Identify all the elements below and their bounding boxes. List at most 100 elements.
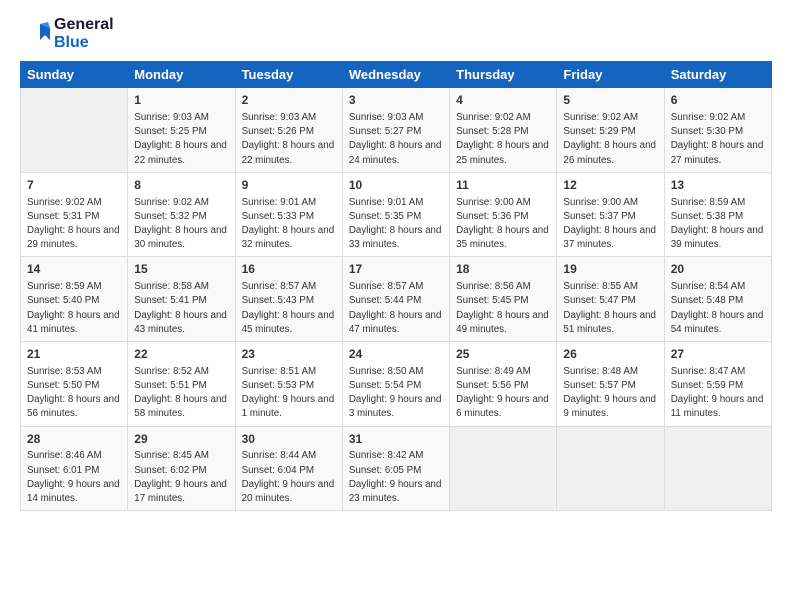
calendar-cell: 3 Sunrise: 9:03 AMSunset: 5:27 PMDayligh… bbox=[342, 88, 449, 173]
day-info: Sunrise: 9:00 AMSunset: 5:37 PMDaylight:… bbox=[563, 196, 657, 253]
logo-general: General bbox=[54, 16, 114, 34]
day-info: Sunrise: 8:51 AMSunset: 5:53 PMDaylight:… bbox=[242, 365, 336, 422]
day-info: Sunrise: 8:55 AMSunset: 5:47 PMDaylight:… bbox=[563, 280, 657, 337]
calendar-cell: 6 Sunrise: 9:02 AMSunset: 5:30 PMDayligh… bbox=[664, 88, 771, 173]
day-info: Sunrise: 8:57 AMSunset: 5:43 PMDaylight:… bbox=[242, 280, 336, 337]
calendar-week: 14 Sunrise: 8:59 AMSunset: 5:40 PMDaylig… bbox=[21, 257, 772, 342]
day-number: 22 bbox=[134, 346, 228, 363]
calendar-cell: 11 Sunrise: 9:00 AMSunset: 5:36 PMDaylig… bbox=[450, 172, 557, 257]
day-number: 28 bbox=[27, 431, 121, 448]
calendar-week: 28 Sunrise: 8:46 AMSunset: 6:01 PMDaylig… bbox=[21, 426, 772, 511]
weekday-header: Sunday bbox=[21, 62, 128, 88]
day-number: 12 bbox=[563, 177, 657, 194]
calendar-cell: 12 Sunrise: 9:00 AMSunset: 5:37 PMDaylig… bbox=[557, 172, 664, 257]
calendar-week: 7 Sunrise: 9:02 AMSunset: 5:31 PMDayligh… bbox=[21, 172, 772, 257]
calendar-cell: 17 Sunrise: 8:57 AMSunset: 5:44 PMDaylig… bbox=[342, 257, 449, 342]
day-number: 17 bbox=[349, 261, 443, 278]
calendar-cell: 30 Sunrise: 8:44 AMSunset: 6:04 PMDaylig… bbox=[235, 426, 342, 511]
calendar-cell: 4 Sunrise: 9:02 AMSunset: 5:28 PMDayligh… bbox=[450, 88, 557, 173]
day-number: 2 bbox=[242, 92, 336, 109]
day-info: Sunrise: 9:03 AMSunset: 5:26 PMDaylight:… bbox=[242, 111, 336, 168]
day-number: 21 bbox=[27, 346, 121, 363]
calendar-cell: 9 Sunrise: 9:01 AMSunset: 5:33 PMDayligh… bbox=[235, 172, 342, 257]
calendar-cell: 7 Sunrise: 9:02 AMSunset: 5:31 PMDayligh… bbox=[21, 172, 128, 257]
calendar-cell: 13 Sunrise: 8:59 AMSunset: 5:38 PMDaylig… bbox=[664, 172, 771, 257]
calendar-cell: 31 Sunrise: 8:42 AMSunset: 6:05 PMDaylig… bbox=[342, 426, 449, 511]
day-number: 14 bbox=[27, 261, 121, 278]
calendar-cell: 18 Sunrise: 8:56 AMSunset: 5:45 PMDaylig… bbox=[450, 257, 557, 342]
day-number: 24 bbox=[349, 346, 443, 363]
calendar-cell bbox=[450, 426, 557, 511]
day-number: 11 bbox=[456, 177, 550, 194]
calendar-cell: 10 Sunrise: 9:01 AMSunset: 5:35 PMDaylig… bbox=[342, 172, 449, 257]
calendar-cell: 19 Sunrise: 8:55 AMSunset: 5:47 PMDaylig… bbox=[557, 257, 664, 342]
calendar-cell: 22 Sunrise: 8:52 AMSunset: 5:51 PMDaylig… bbox=[128, 342, 235, 427]
day-number: 23 bbox=[242, 346, 336, 363]
day-info: Sunrise: 9:01 AMSunset: 5:33 PMDaylight:… bbox=[242, 196, 336, 253]
calendar-week: 1 Sunrise: 9:03 AMSunset: 5:25 PMDayligh… bbox=[21, 88, 772, 173]
day-info: Sunrise: 8:50 AMSunset: 5:54 PMDaylight:… bbox=[349, 365, 443, 422]
day-info: Sunrise: 9:02 AMSunset: 5:29 PMDaylight:… bbox=[563, 111, 657, 168]
day-info: Sunrise: 8:59 AMSunset: 5:38 PMDaylight:… bbox=[671, 196, 765, 253]
day-number: 7 bbox=[27, 177, 121, 194]
day-number: 18 bbox=[456, 261, 550, 278]
logo: General Blue bbox=[20, 16, 114, 51]
day-info: Sunrise: 8:58 AMSunset: 5:41 PMDaylight:… bbox=[134, 280, 228, 337]
day-info: Sunrise: 8:53 AMSunset: 5:50 PMDaylight:… bbox=[27, 365, 121, 422]
day-info: Sunrise: 8:44 AMSunset: 6:04 PMDaylight:… bbox=[242, 449, 336, 506]
calendar-header: SundayMondayTuesdayWednesdayThursdayFrid… bbox=[21, 62, 772, 88]
day-number: 30 bbox=[242, 431, 336, 448]
day-number: 29 bbox=[134, 431, 228, 448]
day-info: Sunrise: 8:47 AMSunset: 5:59 PMDaylight:… bbox=[671, 365, 765, 422]
calendar-cell: 14 Sunrise: 8:59 AMSunset: 5:40 PMDaylig… bbox=[21, 257, 128, 342]
day-number: 31 bbox=[349, 431, 443, 448]
day-number: 3 bbox=[349, 92, 443, 109]
calendar-cell: 16 Sunrise: 8:57 AMSunset: 5:43 PMDaylig… bbox=[235, 257, 342, 342]
page-header: General Blue bbox=[20, 16, 772, 51]
calendar-cell: 27 Sunrise: 8:47 AMSunset: 5:59 PMDaylig… bbox=[664, 342, 771, 427]
calendar-cell: 25 Sunrise: 8:49 AMSunset: 5:56 PMDaylig… bbox=[450, 342, 557, 427]
day-number: 5 bbox=[563, 92, 657, 109]
calendar-week: 21 Sunrise: 8:53 AMSunset: 5:50 PMDaylig… bbox=[21, 342, 772, 427]
day-info: Sunrise: 8:46 AMSunset: 6:01 PMDaylight:… bbox=[27, 449, 121, 506]
logo-blue: Blue bbox=[54, 34, 114, 52]
day-info: Sunrise: 9:02 AMSunset: 5:32 PMDaylight:… bbox=[134, 196, 228, 253]
calendar-cell: 8 Sunrise: 9:02 AMSunset: 5:32 PMDayligh… bbox=[128, 172, 235, 257]
calendar-cell: 24 Sunrise: 8:50 AMSunset: 5:54 PMDaylig… bbox=[342, 342, 449, 427]
day-info: Sunrise: 8:42 AMSunset: 6:05 PMDaylight:… bbox=[349, 449, 443, 506]
weekday-header: Saturday bbox=[664, 62, 771, 88]
day-number: 4 bbox=[456, 92, 550, 109]
day-number: 6 bbox=[671, 92, 765, 109]
calendar-cell: 1 Sunrise: 9:03 AMSunset: 5:25 PMDayligh… bbox=[128, 88, 235, 173]
day-number: 20 bbox=[671, 261, 765, 278]
day-number: 27 bbox=[671, 346, 765, 363]
calendar-cell: 28 Sunrise: 8:46 AMSunset: 6:01 PMDaylig… bbox=[21, 426, 128, 511]
day-info: Sunrise: 8:49 AMSunset: 5:56 PMDaylight:… bbox=[456, 365, 550, 422]
calendar-cell bbox=[557, 426, 664, 511]
day-info: Sunrise: 8:52 AMSunset: 5:51 PMDaylight:… bbox=[134, 365, 228, 422]
day-number: 25 bbox=[456, 346, 550, 363]
day-number: 15 bbox=[134, 261, 228, 278]
calendar-body: 1 Sunrise: 9:03 AMSunset: 5:25 PMDayligh… bbox=[21, 88, 772, 511]
calendar-cell: 5 Sunrise: 9:02 AMSunset: 5:29 PMDayligh… bbox=[557, 88, 664, 173]
weekday-header: Thursday bbox=[450, 62, 557, 88]
day-info: Sunrise: 9:02 AMSunset: 5:28 PMDaylight:… bbox=[456, 111, 550, 168]
calendar-cell: 2 Sunrise: 9:03 AMSunset: 5:26 PMDayligh… bbox=[235, 88, 342, 173]
logo-bird-icon bbox=[20, 18, 52, 50]
day-info: Sunrise: 8:54 AMSunset: 5:48 PMDaylight:… bbox=[671, 280, 765, 337]
day-info: Sunrise: 8:45 AMSunset: 6:02 PMDaylight:… bbox=[134, 449, 228, 506]
day-info: Sunrise: 9:00 AMSunset: 5:36 PMDaylight:… bbox=[456, 196, 550, 253]
weekday-header: Tuesday bbox=[235, 62, 342, 88]
day-info: Sunrise: 9:02 AMSunset: 5:31 PMDaylight:… bbox=[27, 196, 121, 253]
day-info: Sunrise: 9:03 AMSunset: 5:27 PMDaylight:… bbox=[349, 111, 443, 168]
day-info: Sunrise: 8:59 AMSunset: 5:40 PMDaylight:… bbox=[27, 280, 121, 337]
day-number: 26 bbox=[563, 346, 657, 363]
day-info: Sunrise: 8:57 AMSunset: 5:44 PMDaylight:… bbox=[349, 280, 443, 337]
calendar-cell: 26 Sunrise: 8:48 AMSunset: 5:57 PMDaylig… bbox=[557, 342, 664, 427]
calendar-cell bbox=[21, 88, 128, 173]
calendar-cell: 29 Sunrise: 8:45 AMSunset: 6:02 PMDaylig… bbox=[128, 426, 235, 511]
day-number: 16 bbox=[242, 261, 336, 278]
day-info: Sunrise: 8:48 AMSunset: 5:57 PMDaylight:… bbox=[563, 365, 657, 422]
day-number: 19 bbox=[563, 261, 657, 278]
weekday-header: Wednesday bbox=[342, 62, 449, 88]
